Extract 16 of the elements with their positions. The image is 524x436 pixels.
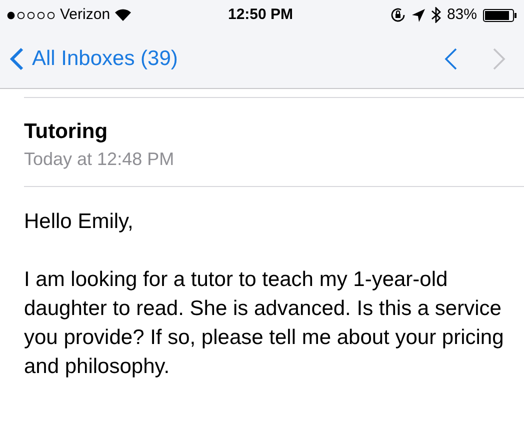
status-time: 12:50 PM <box>228 4 294 25</box>
signal-icon <box>7 10 55 20</box>
message-body: I am looking for a tutor to teach my 1-year-old daughter to read. She is advanced. Is this a service you provide? If so, please tell me about your pricing and philosophy. <box>24 267 504 380</box>
back-button[interactable]: All Inboxes (39) <box>10 43 178 75</box>
back-chevron-icon <box>10 47 24 71</box>
bluetooth-icon <box>430 7 441 23</box>
rotation-lock-icon <box>390 7 406 23</box>
location-icon <box>412 8 425 22</box>
previous-message-icon[interactable] <box>444 47 458 71</box>
wifi-icon <box>115 9 132 21</box>
battery-percent: 83% <box>446 4 477 25</box>
message-date: Today at 12:48 PM <box>24 148 176 171</box>
battery-icon <box>483 8 517 22</box>
carrier-name: Verizon <box>60 4 110 25</box>
message-greeting: Hello Emily, <box>24 209 134 235</box>
message-subject: Tutoring <box>24 119 109 145</box>
